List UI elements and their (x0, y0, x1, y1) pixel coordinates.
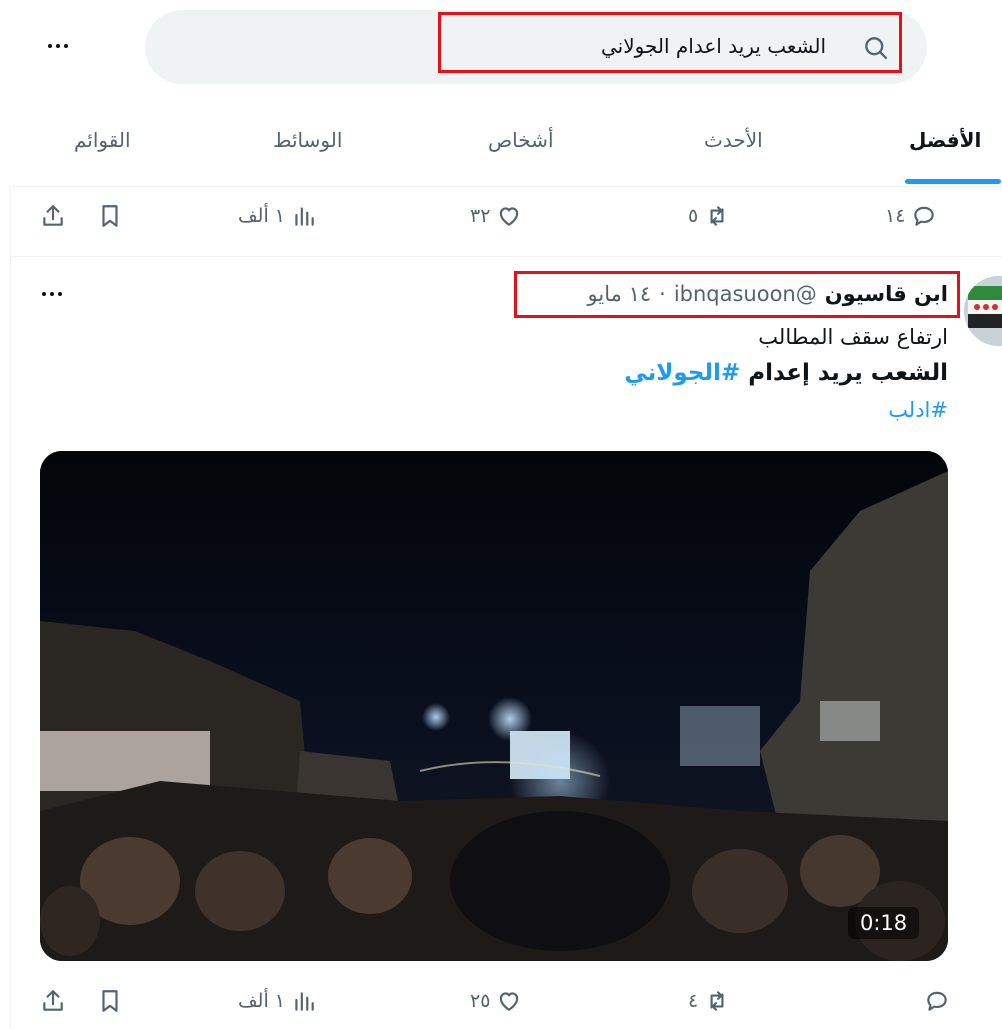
timeline-border (10, 186, 11, 1029)
reposts-count: ٤ (688, 990, 699, 1012)
repost-icon (710, 206, 724, 226)
tab-media[interactable]: الوسائط (273, 128, 342, 152)
reply-button[interactable]: ١٤ (885, 203, 937, 229)
views-button[interactable]: ١ ألف (238, 203, 317, 229)
previous-post-action-bar: ١ ألف ٣٢ ٥ ١٤ (40, 196, 960, 236)
replies-count: ١٤ (885, 205, 906, 227)
more-options-icon[interactable] (48, 44, 68, 48)
repost-button[interactable]: ٥ (688, 203, 730, 229)
reposts-count: ٥ (688, 205, 699, 227)
share-button[interactable] (40, 988, 66, 1014)
views-count: ١ ألف (238, 990, 285, 1012)
bookmark-icon (102, 990, 118, 1012)
tab-latest[interactable]: الأحدث (704, 128, 763, 152)
post-action-bar: ١ ألف ٢٥ ٤ (40, 982, 960, 1022)
hashtag-link[interactable]: #ادلب (888, 398, 948, 422)
reply-button[interactable] (918, 988, 950, 1014)
active-tab-indicator (905, 179, 1001, 184)
views-button[interactable]: ١ ألف (238, 988, 317, 1014)
heart-icon (500, 992, 519, 1011)
bookmark-button[interactable] (97, 203, 123, 229)
video-frame-crowd-at-night (40, 451, 948, 961)
post-text-plain: الشعب يريد إعدام (748, 360, 948, 386)
video-duration-badge: 0:18 (848, 907, 920, 939)
bookmark-icon (102, 205, 118, 227)
video-player[interactable] (40, 451, 948, 961)
author-highlight-box (514, 271, 960, 318)
likes-count: ٢٥ (470, 990, 491, 1012)
hashtag-link[interactable]: #الجولاني (624, 360, 740, 386)
search-highlight-box (438, 12, 902, 73)
syrian-revolution-flag-avatar-icon (964, 276, 1002, 346)
tab-top[interactable]: الأفضل (909, 128, 981, 152)
post-text-line: الشعب يريد إعدام #الجولاني (624, 360, 948, 386)
post-text-line: ارتفاع سقف المطالب (758, 325, 948, 349)
heart-icon (500, 207, 519, 226)
repost-button[interactable]: ٤ (688, 988, 730, 1014)
reply-icon (927, 991, 947, 1011)
like-button[interactable]: ٢٥ (470, 988, 522, 1014)
views-chart-icon (295, 207, 314, 226)
post-divider (10, 256, 1002, 257)
header-divider (10, 186, 1002, 187)
like-button[interactable]: ٣٢ (470, 203, 522, 229)
share-icon (43, 990, 63, 1011)
tab-people[interactable]: أشخاص (488, 128, 554, 152)
reply-icon (914, 206, 935, 226)
share-button[interactable] (40, 203, 66, 229)
likes-count: ٣٢ (470, 205, 491, 227)
bookmark-button[interactable] (97, 988, 123, 1014)
views-chart-icon (295, 992, 314, 1011)
views-count: ١ ألف (238, 205, 285, 227)
repost-icon (710, 991, 724, 1011)
post-more-icon[interactable] (42, 292, 62, 296)
tab-lists[interactable]: القوائم (74, 128, 131, 152)
share-icon (43, 205, 63, 226)
avatar[interactable] (964, 276, 1002, 346)
